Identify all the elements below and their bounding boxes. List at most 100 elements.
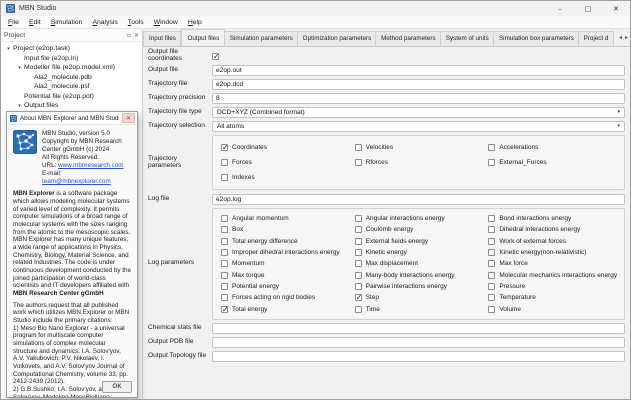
- checkbox[interactable]: [355, 215, 362, 222]
- checkbox[interactable]: ✓: [355, 294, 362, 301]
- checkbox-item[interactable]: ✓Step: [355, 292, 489, 303]
- checkbox-item[interactable]: Rforces: [355, 155, 489, 170]
- checkbox[interactable]: [221, 238, 228, 245]
- tab-project-details[interactable]: Project d: [579, 31, 614, 46]
- checkbox-item[interactable]: External_Forces: [488, 155, 622, 170]
- checkbox-item[interactable]: Total energy difference: [221, 236, 355, 247]
- trajectory-selection-select[interactable]: All atoms ▾: [212, 121, 625, 132]
- checkbox-item[interactable]: Angular momentum: [221, 213, 355, 224]
- log-file-input[interactable]: [212, 194, 625, 205]
- menu-simulation[interactable]: Simulation: [46, 19, 88, 26]
- menu-tools[interactable]: Tools: [123, 19, 149, 26]
- checkbox-item[interactable]: Velocities: [355, 140, 489, 155]
- checkbox-item[interactable]: ✓Coordinates: [221, 140, 355, 155]
- tree-item-molecule-pdb[interactable]: Ala2_molecule.pdb: [1, 73, 142, 83]
- tree-item-potential-file[interactable]: Potential file (e2op.pot): [1, 92, 142, 102]
- menu-file[interactable]: File: [3, 19, 24, 26]
- checkbox-item[interactable]: Bond interactions energy: [488, 213, 622, 224]
- checkbox[interactable]: [355, 159, 362, 166]
- checkbox-item[interactable]: Time: [355, 303, 489, 314]
- checkbox-item[interactable]: Coulomb energy: [355, 224, 489, 235]
- checkbox[interactable]: ✓: [221, 306, 228, 313]
- chemical-stats-file-input[interactable]: [212, 323, 625, 334]
- checkbox-item[interactable]: Max force: [488, 258, 622, 269]
- tree-item-molecule-psf[interactable]: Ala2_molecule.psf: [1, 82, 142, 92]
- checkbox[interactable]: [221, 249, 228, 256]
- dialog-close-icon[interactable]: ✕: [122, 113, 135, 123]
- tab-method-parameters[interactable]: Method parameters: [376, 31, 441, 46]
- expander-icon[interactable]: ▾: [15, 65, 24, 71]
- tree-item-output-files[interactable]: ▾ Output files: [1, 101, 142, 111]
- tree-item-input-file[interactable]: Input file (e2op.in): [1, 54, 142, 64]
- checkbox[interactable]: [355, 283, 362, 290]
- checkbox-item[interactable]: Forces acting on rigid bodies: [221, 292, 355, 303]
- checkbox-item[interactable]: Max displacement: [355, 258, 489, 269]
- tab-optimization-parameters[interactable]: Optimization parameters: [298, 31, 376, 46]
- checkbox[interactable]: [488, 272, 495, 279]
- tree-item-project[interactable]: ▾ Project (e2op.task): [1, 44, 142, 54]
- checkbox[interactable]: [488, 306, 495, 313]
- output-pdb-file-input[interactable]: [212, 337, 625, 348]
- checkbox-item[interactable]: Temperature: [488, 292, 622, 303]
- panel-close-icon[interactable]: ✕: [134, 32, 139, 39]
- ok-button[interactable]: OK: [102, 381, 132, 393]
- tab-system-of-units[interactable]: System of units: [441, 31, 494, 46]
- tab-scroll-right-icon[interactable]: ▸: [625, 34, 628, 41]
- checkbox[interactable]: [221, 226, 228, 233]
- tab-output-files[interactable]: Output files: [181, 29, 224, 47]
- tree-item-modeller-file[interactable]: ▾ Modeller file (e2op.model.xml): [1, 63, 142, 73]
- checkbox-item[interactable]: Box: [221, 224, 355, 235]
- checkbox[interactable]: [221, 272, 228, 279]
- output-file-input[interactable]: [212, 65, 625, 76]
- menu-help[interactable]: Help: [183, 19, 207, 26]
- tab-simulation-parameters[interactable]: Simulation parameters: [225, 31, 298, 46]
- trajectory-precision-input[interactable]: [212, 93, 625, 104]
- checkbox-item[interactable]: Potential energy: [221, 281, 355, 292]
- tab-simulation-box-parameters[interactable]: Simulation box parameters: [494, 31, 579, 46]
- checkbox-item[interactable]: ✓Total energy: [221, 303, 355, 314]
- url-link[interactable]: www.mbnresearch.com: [58, 162, 123, 169]
- checkbox-item[interactable]: Kinetic energy: [355, 247, 489, 258]
- checkbox[interactable]: [488, 249, 495, 256]
- checkbox-item[interactable]: Dihedral interactions energy: [488, 224, 622, 235]
- checkbox-item[interactable]: Improper dihedral interactions energy: [221, 247, 355, 258]
- checkbox-item[interactable]: Momentum: [221, 258, 355, 269]
- checkbox[interactable]: [355, 144, 362, 151]
- menu-edit[interactable]: Edit: [24, 19, 46, 26]
- checkbox[interactable]: [488, 238, 495, 245]
- output-topology-file-input[interactable]: [212, 351, 625, 362]
- maximize-button[interactable]: □: [574, 1, 602, 16]
- checkbox-item[interactable]: Angular interactions energy: [355, 213, 489, 224]
- checkbox[interactable]: [488, 283, 495, 290]
- tab-input-files[interactable]: Input files: [143, 31, 181, 46]
- checkbox[interactable]: [355, 260, 362, 267]
- checkbox[interactable]: [355, 272, 362, 279]
- trajectory-file-type-select[interactable]: DCD+XYZ (Combined format) ▾: [212, 107, 625, 118]
- minimize-button[interactable]: –: [546, 1, 574, 16]
- checkbox[interactable]: [488, 215, 495, 222]
- checkbox-item[interactable]: Indexes: [221, 170, 355, 185]
- checkbox-item[interactable]: External fields energy: [355, 236, 489, 247]
- checkbox-item[interactable]: Pressure: [488, 281, 622, 292]
- checkbox[interactable]: [355, 238, 362, 245]
- checkbox[interactable]: [221, 215, 228, 222]
- close-button[interactable]: ✕: [602, 1, 630, 16]
- checkbox[interactable]: [488, 260, 495, 267]
- checkbox[interactable]: [488, 159, 495, 166]
- menu-analysis[interactable]: Analysis: [87, 19, 122, 26]
- checkbox[interactable]: [488, 144, 495, 151]
- checkbox-item[interactable]: Max torque: [221, 269, 355, 280]
- checkbox[interactable]: [488, 226, 495, 233]
- checkbox-item[interactable]: Accelerations: [488, 140, 622, 155]
- expander-icon[interactable]: ▾: [4, 46, 13, 52]
- checkbox[interactable]: [221, 283, 228, 290]
- expander-icon[interactable]: ▾: [15, 103, 24, 109]
- checkbox[interactable]: ✓: [221, 144, 228, 151]
- checkbox[interactable]: [221, 294, 228, 301]
- checkbox[interactable]: [355, 249, 362, 256]
- checkbox[interactable]: [488, 294, 495, 301]
- email-link[interactable]: team@mbnexplorer.com: [42, 178, 111, 185]
- output-file-coordinates-checkbox[interactable]: ✓: [212, 53, 219, 60]
- checkbox-item[interactable]: Volume: [488, 303, 622, 314]
- checkbox-item[interactable]: Work of external forces: [488, 236, 622, 247]
